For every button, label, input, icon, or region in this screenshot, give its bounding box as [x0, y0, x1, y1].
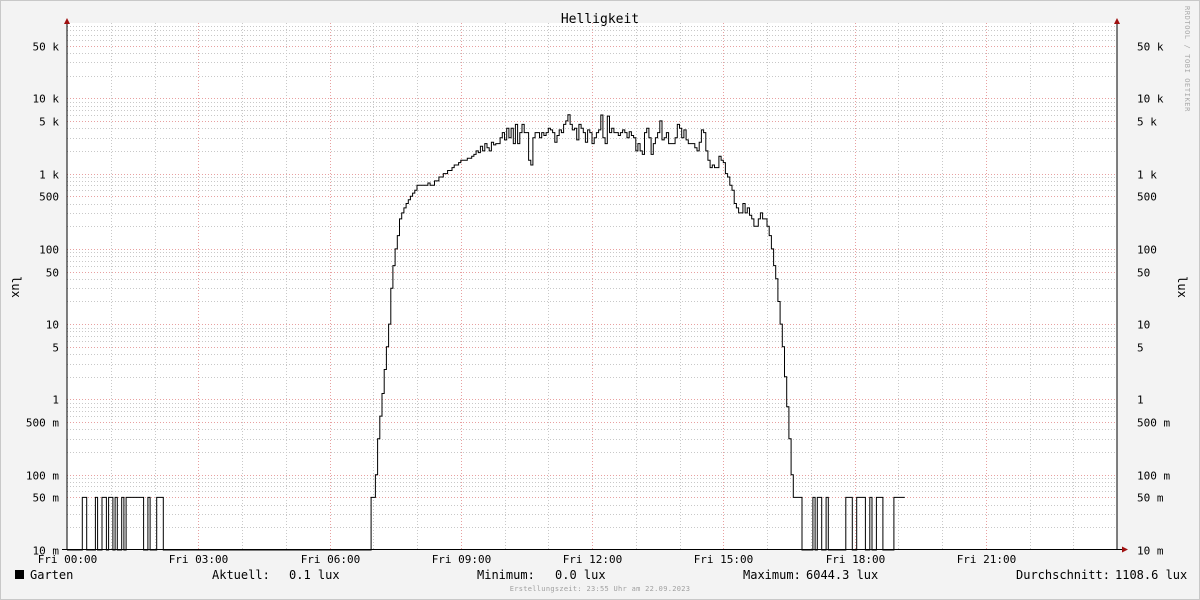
y-tick-label-right: 100 [1137, 244, 1157, 257]
y-tick-label-left: 1 k [39, 169, 59, 182]
x-tick-label: Fri 18:00 [826, 553, 886, 566]
y-tick-label-left: 50 m [33, 492, 60, 505]
y-tick-label-left: 5 k [39, 116, 59, 129]
chart-title: Helligkeit [561, 12, 639, 27]
legend-min-label: Minimum: [477, 568, 535, 582]
y-tick-labels-right: 10 m 50 m 100 m 500 m 1 5 10 50 100 500 1 k 5 k 10 k… [1137, 41, 1170, 558]
x-tick-label: Fri 06:00 [301, 553, 361, 566]
y-tick-label-left: 10 k [33, 93, 60, 106]
x-tick-label: Fri 00:00 [38, 553, 98, 566]
y-tick-label-right: 50 [1137, 267, 1150, 280]
y-tick-label-right: 50 m [1137, 492, 1164, 505]
legend-current-value: 0.1 lux [289, 568, 340, 582]
x-tick-label: Fri 03:00 [169, 553, 229, 566]
y-tick-label-right: 50 k [1137, 41, 1164, 54]
y-tick-label-right: 500 m [1137, 417, 1170, 430]
legend-current-label: Aktuell: [212, 568, 270, 582]
y-tick-label-left: 500 [39, 191, 59, 204]
x-tick-label: Fri 09:00 [432, 553, 492, 566]
legend-series-name: Garten [30, 568, 74, 582]
y-tick-label-left: 5 [52, 342, 59, 355]
y-tick-label-left: 10 [46, 319, 59, 332]
y-tick-label-left: 100 m [26, 470, 59, 483]
y-tick-label-right: 100 m [1137, 470, 1170, 483]
x-tick-labels: Fri 00:00 Fri 03:00 Fri 06:00 Fri 09:00 Fri … [38, 553, 1017, 566]
y-tick-label-left: 1 [52, 394, 59, 407]
y-tick-label-right: 5 [1137, 342, 1144, 355]
y-tick-label-right: 1 k [1137, 169, 1157, 182]
creation-time-note: Erstellungszeit: 23:55 Uhr am 22.09.2023 [509, 585, 691, 593]
y-tick-label-left: 500 m [26, 417, 59, 430]
legend-max-value: 6044.3 lux [806, 568, 879, 582]
y-tick-label-left: 50 [46, 267, 59, 280]
y-axis-arrow-left [64, 18, 70, 24]
y-tick-label-right: 10 m [1137, 545, 1164, 558]
legend-min-value: 0.0 lux [555, 568, 606, 582]
y-tick-label-right: 10 k [1137, 93, 1164, 106]
x-tick-label: Fri 15:00 [694, 553, 754, 566]
y-tick-label-right: 10 [1137, 319, 1150, 332]
legend-max-label: Maximum: [743, 568, 801, 582]
y-tick-label-right: 5 k [1137, 116, 1157, 129]
legend-avg-value: 1108.6 lux [1115, 568, 1188, 582]
x-tick-label: Fri 12:00 [563, 553, 623, 566]
y-tick-label-left: 100 [39, 244, 59, 257]
y-tick-label-right: 1 [1137, 394, 1144, 407]
y-tick-labels-left: 10 m50 m100 m500 m1510501005001 k5 k10 k… [26, 41, 59, 558]
x-axis-arrow [1122, 546, 1128, 553]
y-axis-arrow-right [1114, 18, 1120, 24]
legend-avg-label: Durchschnitt: [1016, 568, 1110, 582]
brightness-chart: Helligkeit 10 m 50 m 100 m 500 m 1 5 10 50 100 50… [9, 12, 1189, 566]
y-tick-label-right: 500 [1137, 191, 1157, 204]
y-tick-label-left: 50 k [33, 41, 60, 54]
rrdtool-watermark: RRDTOOL / TOBI OETIKER [1183, 6, 1191, 112]
legend-swatch-garten [15, 570, 24, 579]
y-axis-label-right: lux [1175, 276, 1189, 298]
y-axis-label-left: lux [9, 276, 23, 298]
x-tick-label: Fri 21:00 [957, 553, 1017, 566]
